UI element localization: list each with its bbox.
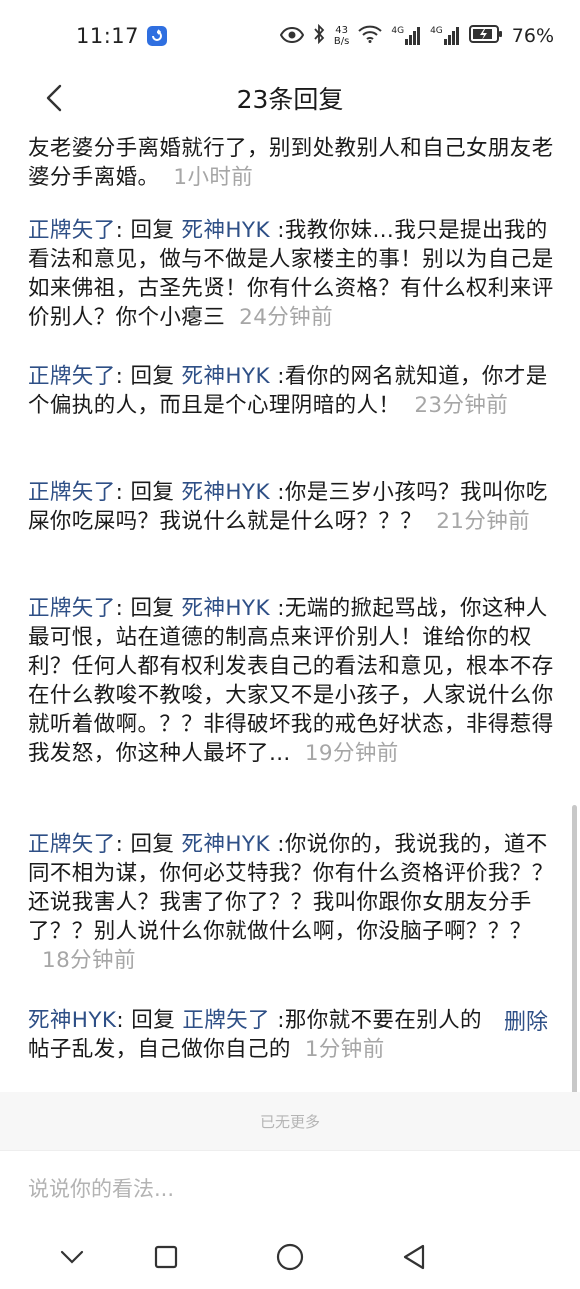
battery-percent: 76% bbox=[511, 25, 554, 47]
triangle-back-icon bbox=[403, 1244, 425, 1270]
comment-author-link[interactable]: 正牌矢了 bbox=[28, 364, 116, 389]
list-item: 正牌矢了: 回复 死神HYK :你说你的，我说我的，道不同不相为谋，你何必艾特我… bbox=[28, 832, 554, 973]
top-header: 23条回复 bbox=[0, 72, 580, 124]
comment-author-link[interactable]: 正牌矢了 bbox=[28, 480, 116, 505]
comment-input-bar[interactable]: 说说你的看法... bbox=[0, 1150, 580, 1226]
status-time: 11:17 bbox=[76, 24, 140, 48]
reply-target-link[interactable]: 死神HYK bbox=[182, 596, 270, 621]
reply-target-link[interactable]: 死神HYK bbox=[182, 480, 270, 505]
reply-label: 回复 bbox=[130, 480, 175, 505]
comment-time: 19分钟前 bbox=[304, 741, 399, 766]
bluetooth-icon bbox=[313, 23, 325, 49]
reply-target-link[interactable]: 死神HYK bbox=[182, 218, 270, 243]
status-left: 11:17 bbox=[76, 24, 168, 48]
list-item: 死神HYK: 回复 正牌矢了 :那你就不要在别人的帖子乱发，自己做你自己的 1分钟… bbox=[28, 1008, 482, 1062]
comment-time: 21分钟前 bbox=[436, 509, 531, 534]
reply-label: 回复 bbox=[130, 596, 175, 621]
nav-hide-button[interactable] bbox=[54, 1239, 90, 1275]
nav-back-button[interactable] bbox=[396, 1239, 432, 1275]
page-title: 23条回复 bbox=[236, 85, 344, 114]
signal-1-label: 4G bbox=[391, 26, 405, 36]
signal-2-label: 4G bbox=[430, 26, 443, 36]
comment-author-link[interactable]: 正牌矢了 bbox=[28, 218, 116, 243]
comment-text: 友老婆分手离婚就行了，别到处教别人和自己女朋友老婆分手离婚。 bbox=[28, 136, 554, 190]
nav-recent-button[interactable] bbox=[148, 1239, 184, 1275]
reply-label: 回复 bbox=[130, 218, 175, 243]
net-speed-value: 43 bbox=[335, 25, 348, 36]
delete-button[interactable]: 删除 bbox=[504, 1004, 548, 1036]
comment-author-link[interactable]: 死神HYK bbox=[28, 1008, 116, 1033]
signal-icon: 4G bbox=[430, 27, 460, 45]
comment-input-placeholder[interactable]: 说说你的看法... bbox=[28, 1173, 174, 1203]
reply-target-link[interactable]: 死神HYK bbox=[182, 832, 270, 857]
reply-list[interactable]: 友老婆分手离婚就行了，别到处教别人和自己女朋友老婆分手离婚。 1小时前 正牌矢了:… bbox=[0, 124, 580, 1090]
list-item: 友老婆分手离婚就行了，别到处教别人和自己女朋友老婆分手离婚。 1小时前 bbox=[28, 134, 554, 192]
list-item: 正牌矢了: 回复 死神HYK :你是三岁小孩吗？我叫你吃屎你吃屎吗？我说什么就是… bbox=[28, 480, 548, 534]
comment-time: 23分钟前 bbox=[414, 393, 509, 418]
comment-text: :无端的掀起骂战，你这种人最可恨，站在道德的制高点来评价别人！谁给你的权利？任何… bbox=[28, 596, 554, 766]
comment-author-link[interactable]: 正牌矢了 bbox=[28, 832, 116, 857]
comment-author-link[interactable]: 正牌矢了 bbox=[28, 596, 116, 621]
chevron-left-icon bbox=[46, 84, 62, 112]
reply-label: 回复 bbox=[130, 832, 175, 857]
list-item: 正牌矢了: 回复 死神HYK :我教你妹…我只是提出我的看法和意见，做与不做是人… bbox=[28, 218, 554, 330]
comment-time: 1分钟前 bbox=[304, 1037, 385, 1062]
reply-target-link[interactable]: 死神HYK bbox=[182, 364, 270, 389]
wifi-icon bbox=[358, 24, 383, 48]
no-more-indicator: 已无更多 bbox=[0, 1092, 580, 1150]
status-right: 43 B/s 4G 4G 76% bbox=[279, 23, 554, 49]
app-notification-icon bbox=[147, 26, 168, 46]
comment-time: 24分钟前 bbox=[239, 305, 333, 330]
list-item: 正牌矢了: 回复 死神HYK :看你的网名就知道，你才是个偏执的人，而且是个心理… bbox=[28, 364, 548, 418]
reply-label: 回复 bbox=[130, 364, 175, 389]
chevron-down-icon bbox=[60, 1250, 84, 1264]
signal-icon: 4G bbox=[391, 27, 421, 45]
square-recent-icon bbox=[154, 1245, 178, 1269]
network-speed: 43 B/s bbox=[334, 25, 349, 47]
back-button[interactable] bbox=[36, 80, 72, 116]
status-bar: 11:17 43 B/s 4G 4G 76% bbox=[0, 0, 580, 72]
reply-target-link[interactable]: 正牌矢了 bbox=[182, 1008, 270, 1033]
comment-time: 18分钟前 bbox=[42, 948, 136, 973]
eye-icon bbox=[279, 24, 305, 48]
net-speed-unit: B/s bbox=[333, 36, 350, 47]
comment-time: 1小时前 bbox=[173, 165, 254, 190]
reply-label: 回复 bbox=[131, 1008, 176, 1033]
list-item: 正牌矢了: 回复 死神HYK :无端的掀起骂战，你这种人最可恨，站在道德的制高点… bbox=[28, 596, 554, 766]
battery-icon bbox=[468, 24, 503, 48]
circle-home-icon bbox=[276, 1243, 304, 1271]
system-nav-bar bbox=[0, 1225, 580, 1289]
no-more-text: 已无更多 bbox=[259, 1112, 320, 1131]
nav-home-button[interactable] bbox=[272, 1239, 308, 1275]
